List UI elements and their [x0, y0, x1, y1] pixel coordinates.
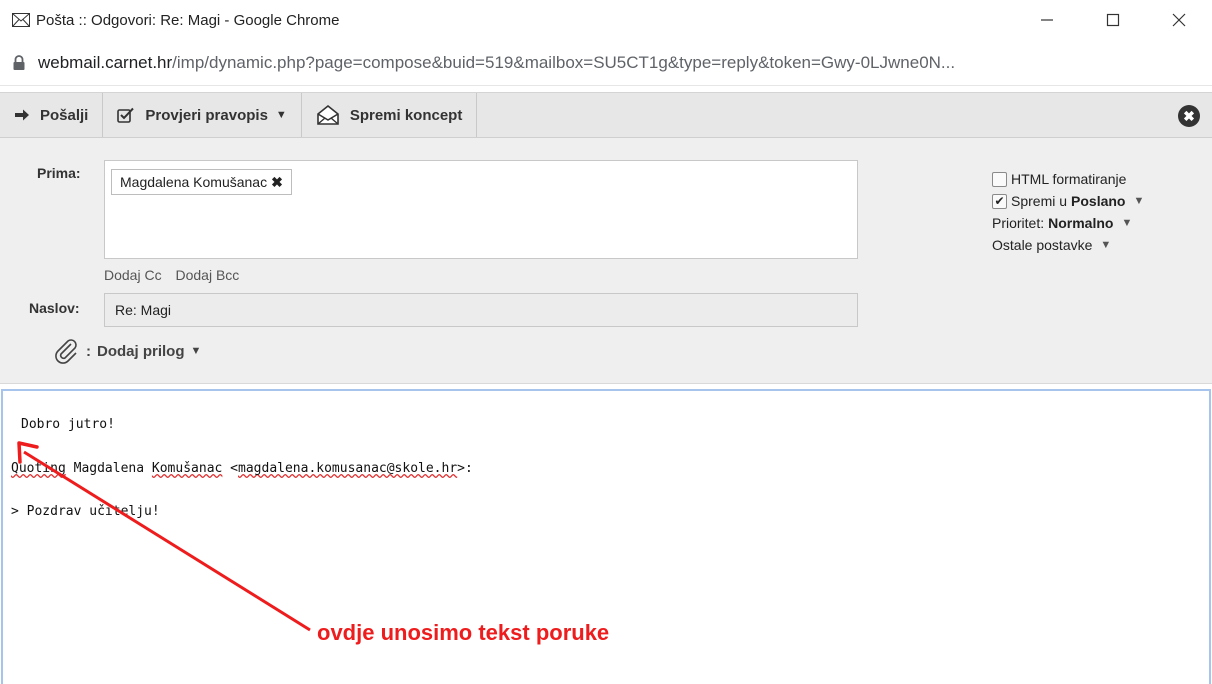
- recipients-field[interactable]: Magdalena Komušanac ✖: [104, 160, 858, 259]
- html-format-checkbox[interactable]: [992, 171, 1007, 187]
- chevron-down-icon[interactable]: ▼: [191, 345, 202, 357]
- subject-label: Naslov:: [29, 300, 80, 316]
- annotation-text: ovdje unosimo tekst poruke: [317, 620, 610, 645]
- priority-prefix: Prioritet:: [992, 215, 1045, 231]
- close-window-button[interactable]: [1146, 0, 1212, 40]
- body-greeting: Dobro jutro!: [21, 417, 115, 432]
- add-cc-link[interactable]: Dodaj Cc: [104, 267, 162, 283]
- maximize-icon: [1106, 13, 1120, 27]
- maximize-button[interactable]: [1080, 0, 1146, 40]
- chevron-down-icon[interactable]: ▼: [1100, 239, 1111, 251]
- close-icon: [1172, 13, 1186, 27]
- to-label: Prima:: [37, 165, 81, 181]
- remove-recipient-icon[interactable]: ✖: [271, 174, 283, 191]
- save-draft-button[interactable]: Spremi koncept: [302, 93, 478, 137]
- more-options-label: Ostale postavke: [992, 237, 1093, 253]
- url-host: webmail.carnet.hr: [38, 52, 173, 72]
- quote-name-first: Magdalena: [73, 461, 145, 476]
- url-text[interactable]: webmail.carnet.hr/imp/dynamic.php?page=c…: [38, 53, 1208, 73]
- html-format-option[interactable]: HTML formatiranje: [992, 168, 1144, 190]
- chevron-down-icon[interactable]: ▼: [1121, 217, 1132, 229]
- body-quote-header: Quoting Magdalena Komušanac <magdalena.k…: [11, 461, 473, 476]
- spellcheck-label: Provjeri pravopis: [145, 106, 268, 124]
- priority-option[interactable]: Prioritet: Normalno ▼: [992, 212, 1144, 234]
- add-attachment-control[interactable]: : Dodaj prilog ▼: [52, 338, 201, 364]
- save-sent-option[interactable]: ✔ Spremi u Poslano ▼: [992, 190, 1144, 212]
- subject-input[interactable]: Re: Magi: [104, 293, 858, 327]
- send-button[interactable]: Pošalji: [0, 93, 104, 137]
- priority-value[interactable]: Normalno: [1048, 215, 1113, 231]
- minimize-button[interactable]: [1014, 0, 1080, 40]
- quote-prefix: Quoting: [11, 461, 66, 476]
- html-format-label: HTML formatiranje: [1011, 171, 1127, 187]
- more-options[interactable]: Ostale postavke ▼: [992, 234, 1144, 256]
- save-sent-prefix: Spremi u: [1011, 193, 1068, 209]
- save-sent-checkbox[interactable]: ✔: [992, 193, 1007, 209]
- window-title: Pošta :: Odgovori: Re: Magi - Google Chr…: [36, 11, 340, 29]
- address-bar[interactable]: webmail.carnet.hr/imp/dynamic.php?page=c…: [0, 40, 1212, 86]
- send-label: Pošalji: [40, 106, 89, 124]
- paperclip-icon: [52, 338, 82, 364]
- cc-bcc-links: Dodaj Cc Dodaj Bcc: [104, 267, 249, 283]
- mail-envelope-icon: [12, 13, 30, 27]
- minimize-icon: [1041, 19, 1053, 21]
- add-bcc-link[interactable]: Dodaj Bcc: [175, 267, 239, 283]
- compose-toolbar: Pošalji Provjeri pravopis ▼ Spremi konce…: [0, 92, 1212, 138]
- attach-colon: :: [86, 342, 91, 360]
- recipient-chip[interactable]: Magdalena Komušanac ✖: [111, 169, 292, 195]
- arrow-right-icon: [14, 108, 30, 122]
- lock-icon: [12, 54, 26, 71]
- edit-check-icon: [117, 107, 135, 123]
- window-controls: [1014, 0, 1212, 40]
- window-titlebar: Pošta :: Odgovori: Re: Magi - Google Chr…: [0, 0, 1212, 40]
- quote-end: >:: [457, 461, 473, 476]
- compose-options: HTML formatiranje ✔ Spremi u Poslano ▼ P…: [992, 168, 1144, 256]
- url-path: /imp/dynamic.php?page=compose&buid=519&m…: [172, 52, 956, 72]
- body-quoted-line: > Pozdrav učitelju!: [11, 504, 160, 519]
- close-compose-icon[interactable]: ✖: [1178, 105, 1200, 127]
- chevron-down-icon[interactable]: ▼: [276, 109, 287, 121]
- recipient-name: Magdalena Komušanac: [120, 174, 268, 190]
- quote-email: magdalena.komusanac@skole.hr: [238, 461, 458, 476]
- add-attachment-label: Dodaj prilog: [97, 342, 185, 360]
- compose-header: Prima: Magdalena Komušanac ✖ Dodaj Cc Do…: [0, 138, 1212, 384]
- quote-name-last: Komušanac: [151, 461, 223, 476]
- chevron-down-icon[interactable]: ▼: [1134, 195, 1145, 207]
- open-envelope-icon: [316, 105, 340, 125]
- spellcheck-button[interactable]: Provjeri pravopis ▼: [103, 93, 302, 137]
- save-sent-folder[interactable]: Poslano: [1071, 193, 1125, 209]
- save-draft-label: Spremi koncept: [349, 106, 463, 124]
